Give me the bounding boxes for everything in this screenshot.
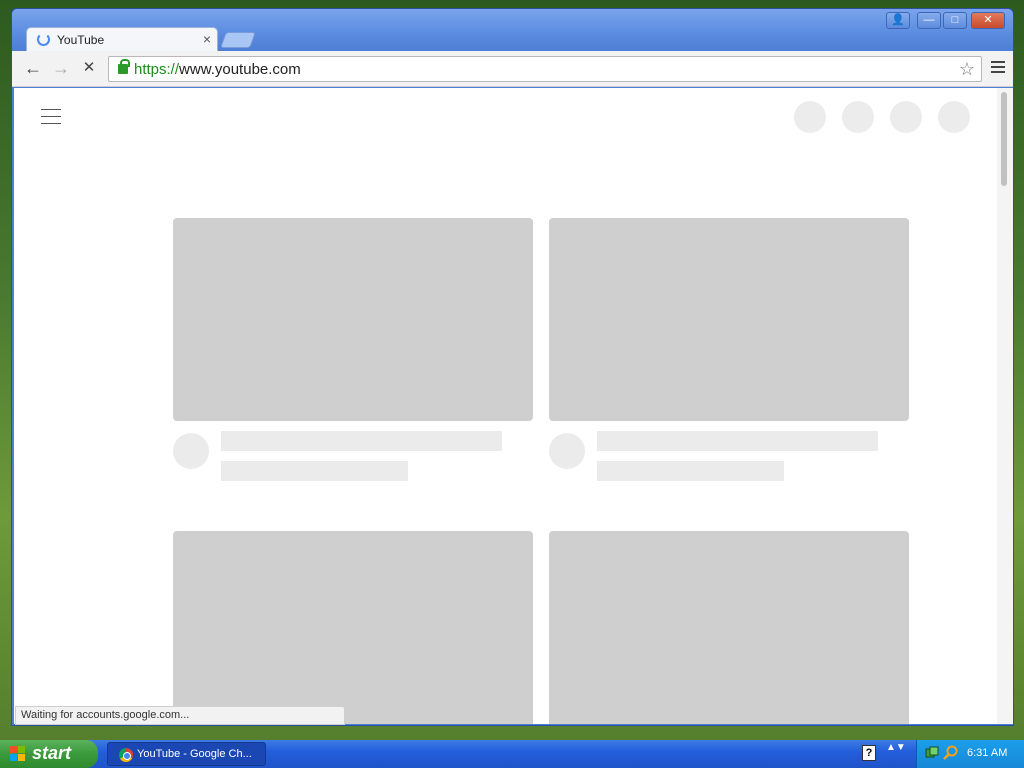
maximize-button[interactable]: □ [943,12,967,29]
browser-toolbar: ← → ✕ https://www.youtube.com ☆ [12,51,1013,87]
header-placeholder-circle [794,101,826,133]
address-bar[interactable]: https://www.youtube.com ☆ [108,56,982,82]
new-tab-button[interactable] [220,32,256,48]
chrome-window: YouTube × 👤 — □ ✕ ← → ✕ https://www.yout… [11,8,1014,726]
video-thumbnail-placeholder [549,531,909,724]
clock: 6:31 AM [967,747,1008,759]
header-placeholder-circle [938,101,970,133]
bookmark-star-icon[interactable]: ☆ [959,59,975,80]
help-icon[interactable]: ? [862,745,876,761]
channel-avatar-placeholder [173,433,209,469]
profile-button[interactable]: 👤 [886,12,910,29]
taskbar-item-chrome[interactable]: YouTube - Google Ch... [107,742,266,766]
title-bar: YouTube × 👤 — □ ✕ [12,9,1013,51]
system-tray: 6:31 AM [916,740,1024,768]
close-window-button[interactable]: ✕ [971,12,1005,29]
windows-flag-icon [10,746,26,762]
forward-button[interactable]: → [50,59,72,79]
tab-youtube[interactable]: YouTube × [26,27,218,51]
channel-avatar-placeholder [549,433,585,469]
header-placeholder-circle [842,101,874,133]
network-icon[interactable] [925,746,939,760]
video-thumbnail-placeholder [173,531,533,724]
scroll-arrows-icon[interactable]: ▲▼ [886,743,906,753]
chrome-icon [119,748,133,762]
video-thumbnail-placeholder [549,218,909,421]
tab-close-icon[interactable]: × [203,31,211,47]
guide-menu-icon[interactable] [41,109,61,130]
taskbar-item-label: YouTube - Google Ch... [137,748,252,760]
chrome-menu-icon[interactable] [991,61,1005,76]
meta-line-placeholder [597,461,784,481]
stop-loading-button[interactable]: ✕ [78,59,100,79]
scrollbar-thumb[interactable] [1001,92,1007,186]
start-button[interactable]: start [0,740,98,768]
status-bubble: Waiting for accounts.google.com... [15,706,345,725]
lock-icon [118,59,130,74]
meta-line-placeholder [221,461,408,481]
page-viewport [14,88,997,724]
loading-spinner-icon [37,33,50,46]
video-thumbnail-placeholder [173,218,533,421]
vertical-scrollbar[interactable] [997,88,1013,724]
tab-title: YouTube [57,33,105,47]
search-tray-icon[interactable] [943,745,959,761]
start-label: start [32,743,72,763]
taskbar: start YouTube - Google Ch... ? ▲▼ 6:31 A… [0,740,1024,768]
back-button[interactable]: ← [22,59,44,79]
minimize-button[interactable]: — [917,12,941,29]
url-text: https://www.youtube.com [134,61,301,78]
title-line-placeholder [221,431,502,451]
header-placeholder-circle [890,101,922,133]
title-line-placeholder [597,431,878,451]
